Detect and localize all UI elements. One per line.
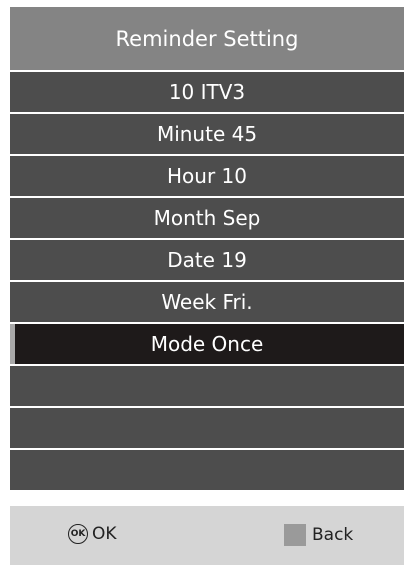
key-hint-bar: OK OK Back bbox=[10, 506, 404, 565]
row-month[interactable]: Month Sep bbox=[10, 198, 404, 238]
reminder-setting-menu: Reminder Setting 10 ITV3 Minute 45 Hour … bbox=[10, 7, 404, 565]
row-minute[interactable]: Minute 45 bbox=[10, 114, 404, 154]
back-key-icon bbox=[284, 524, 306, 546]
row-channel[interactable]: 10 ITV3 bbox=[10, 72, 404, 112]
row-week[interactable]: Week Fri. bbox=[10, 282, 404, 322]
row-empty-1 bbox=[10, 366, 404, 406]
menu-rows: 10 ITV3 Minute 45 Hour 10 Month Sep Date… bbox=[10, 72, 404, 492]
selection-cursor bbox=[10, 324, 15, 364]
row-empty-2 bbox=[10, 408, 404, 448]
ok-hint-label: OK bbox=[92, 524, 117, 544]
row-date[interactable]: Date 19 bbox=[10, 240, 404, 280]
back-hint[interactable]: Back bbox=[284, 524, 353, 546]
row-empty-3 bbox=[10, 450, 404, 490]
row-mode-label: Mode Once bbox=[150, 332, 264, 356]
row-mode[interactable]: Mode Once bbox=[10, 324, 404, 364]
row-hour[interactable]: Hour 10 bbox=[10, 156, 404, 196]
back-hint-label: Back bbox=[312, 525, 354, 545]
ok-hint[interactable]: OK OK bbox=[68, 524, 117, 544]
ok-button-icon: OK bbox=[68, 524, 88, 544]
menu-title: Reminder Setting bbox=[10, 7, 404, 70]
